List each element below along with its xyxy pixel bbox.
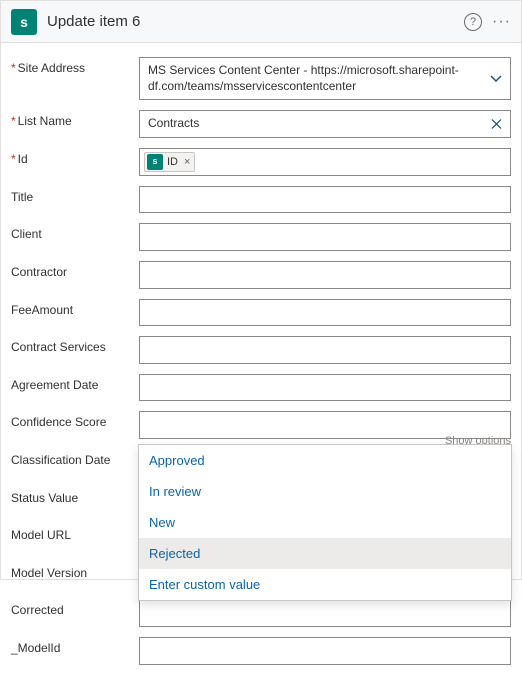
sharepoint-token-icon: s: [147, 154, 163, 170]
row-list-name: List Name Contracts: [11, 110, 511, 138]
label-corrected: Corrected: [11, 599, 139, 619]
row-agreement-date: Agreement Date: [11, 374, 511, 402]
row-corrected: Corrected: [11, 599, 511, 627]
clear-icon[interactable]: [490, 117, 503, 130]
token-text: ID: [167, 155, 178, 169]
label-model-version: Model Version: [11, 562, 139, 582]
label-fee-amount: FeeAmount: [11, 299, 139, 319]
id-input[interactable]: s ID ×: [139, 148, 511, 176]
row-model-id: _ModelId: [11, 637, 511, 665]
label-classification-date: Classification Date: [11, 449, 139, 469]
dynamic-content-token[interactable]: s ID ×: [144, 152, 195, 172]
dropdown-option-new[interactable]: New: [139, 507, 511, 538]
client-input[interactable]: [139, 223, 511, 251]
contractor-input[interactable]: [139, 261, 511, 289]
model-id-input[interactable]: [139, 637, 511, 665]
label-site-address: Site Address: [11, 57, 139, 77]
label-model-url: Model URL: [11, 524, 139, 544]
dropdown-option-rejected[interactable]: Rejected: [139, 538, 511, 569]
title-input[interactable]: [139, 186, 511, 214]
row-contract-services: Contract Services: [11, 336, 511, 364]
dropdown-option-custom[interactable]: Enter custom value: [139, 569, 511, 600]
label-model-id: _ModelId: [11, 637, 139, 657]
dropdown-option-approved[interactable]: Approved: [139, 445, 511, 476]
label-client: Client: [11, 223, 139, 243]
more-actions-icon[interactable]: ···: [492, 15, 511, 29]
corrected-input[interactable]: [139, 599, 511, 627]
card-title: Update item 6: [47, 13, 464, 30]
token-remove-icon[interactable]: ×: [182, 155, 190, 169]
row-contractor: Contractor: [11, 261, 511, 289]
row-id: Id s ID ×: [11, 148, 511, 176]
status-value-dropdown[interactable]: Approved In review New Rejected Enter cu…: [138, 444, 512, 601]
list-name-select[interactable]: Contracts: [139, 110, 511, 138]
label-id: Id: [11, 148, 139, 168]
sharepoint-app-icon: s: [11, 9, 37, 35]
row-title: Title: [11, 186, 511, 214]
label-confidence-score: Confidence Score: [11, 411, 139, 431]
label-contract-services: Contract Services: [11, 336, 139, 356]
row-client: Client: [11, 223, 511, 251]
card-header: s Update item 6 ? ···: [1, 1, 521, 43]
label-title: Title: [11, 186, 139, 206]
row-confidence-score: Confidence Score: [11, 411, 511, 439]
label-list-name: List Name: [11, 110, 139, 130]
fee-amount-input[interactable]: [139, 299, 511, 327]
label-contractor: Contractor: [11, 261, 139, 281]
help-icon[interactable]: ?: [464, 13, 482, 31]
label-status-value: Status Value: [11, 487, 139, 507]
row-site-address: Site Address MS Services Content Center …: [11, 57, 511, 100]
contract-services-input[interactable]: [139, 336, 511, 364]
row-fee-amount: FeeAmount: [11, 299, 511, 327]
label-agreement-date: Agreement Date: [11, 374, 139, 394]
dropdown-option-in-review[interactable]: In review: [139, 476, 511, 507]
site-address-select[interactable]: MS Services Content Center - https://mic…: [139, 57, 511, 100]
chevron-down-icon[interactable]: [489, 72, 503, 86]
agreement-date-input[interactable]: [139, 374, 511, 402]
